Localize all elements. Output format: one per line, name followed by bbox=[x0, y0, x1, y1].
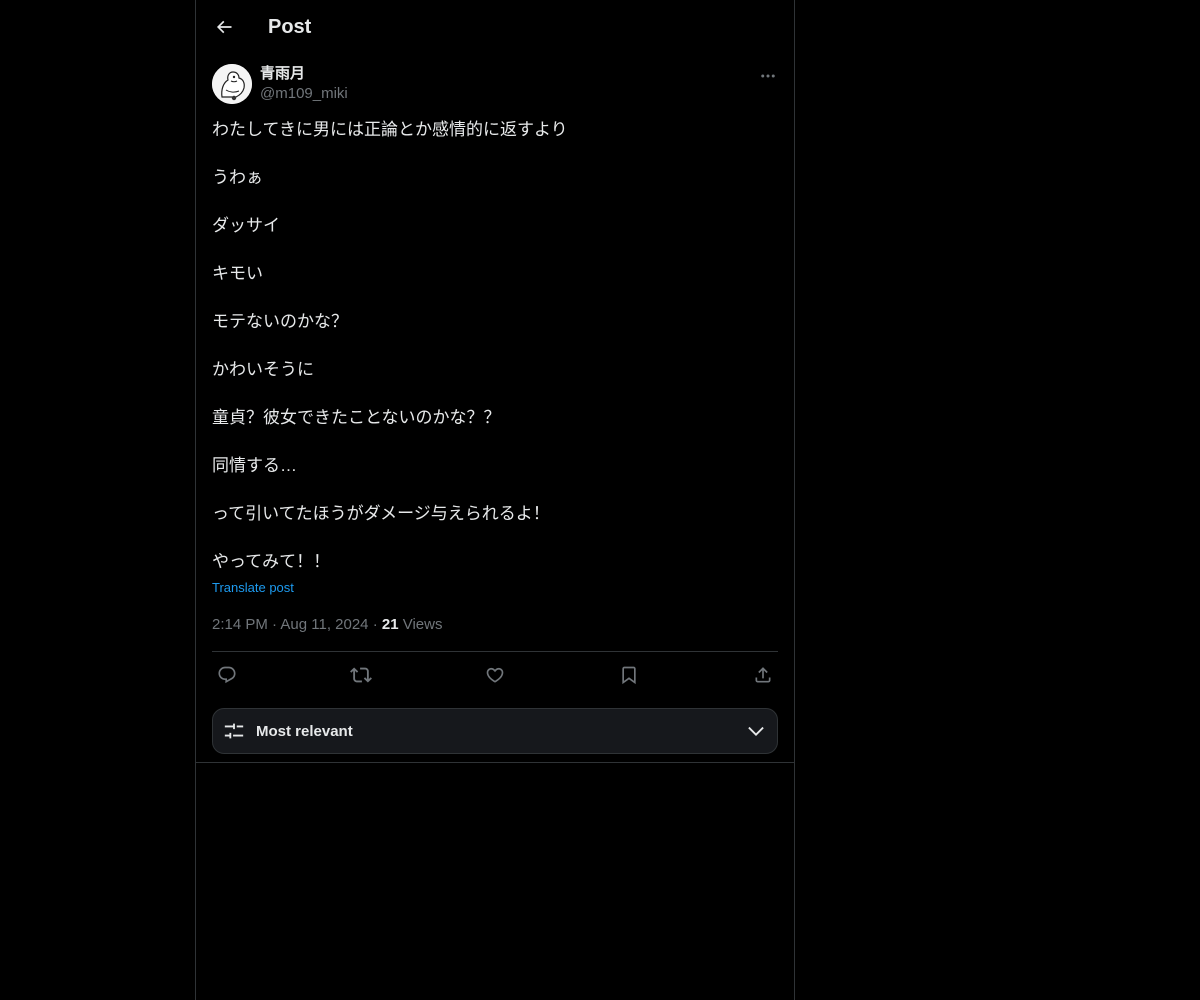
author-handle[interactable]: @m109_miki bbox=[260, 84, 348, 104]
post-text-blank-line bbox=[212, 478, 778, 502]
avatar[interactable] bbox=[212, 64, 252, 104]
post-meta: 2:14 PM · Aug 11, 2024 · 21 Views bbox=[212, 615, 778, 652]
more-options-button[interactable] bbox=[758, 66, 778, 86]
post-text: わたしてきに男には正論とか感情的に返すより うわぁ ダッサイ キモい モテないの… bbox=[212, 118, 778, 574]
post-text-blank-line bbox=[212, 286, 778, 310]
post-text-line: 童貞？彼女できたことないのかな？？ bbox=[212, 408, 501, 427]
views-label: Views bbox=[402, 616, 443, 633]
post-text-blank-line bbox=[212, 142, 778, 166]
bookmark-button[interactable] bbox=[618, 664, 640, 686]
post-text-blank-line bbox=[212, 430, 778, 454]
post-text-blank-line bbox=[212, 526, 778, 550]
back-button[interactable] bbox=[212, 15, 236, 39]
sliders-icon bbox=[223, 720, 245, 742]
more-horizontal-icon bbox=[759, 67, 777, 85]
post-text-blank-line bbox=[212, 238, 778, 262]
like-button[interactable] bbox=[484, 664, 506, 686]
sort-selected-label: Most relevant bbox=[256, 722, 353, 740]
post-text-blank-line bbox=[212, 382, 778, 406]
author-names: 青雨月 @m109_miki bbox=[260, 64, 348, 104]
post-text-line: やってみて！！ bbox=[212, 552, 331, 571]
meta-separator: · bbox=[272, 616, 278, 633]
arrow-left-icon bbox=[214, 17, 234, 37]
post-author-row: 青雨月 @m109_miki bbox=[212, 64, 778, 106]
views-count: 21 bbox=[381, 616, 399, 633]
translate-post-link[interactable]: Translate post bbox=[212, 580, 294, 596]
bookmark-icon bbox=[619, 665, 639, 685]
share-button[interactable] bbox=[752, 664, 774, 686]
chevron-down-icon bbox=[745, 720, 767, 742]
post-actions-bar bbox=[212, 652, 778, 698]
post-text-line: って引いてたほうがダメージ与えられるよ！ bbox=[212, 504, 550, 523]
post-text-blank-line bbox=[212, 190, 778, 214]
post-time[interactable]: 2:14 PM bbox=[212, 616, 268, 633]
main-column: Post 青雨月 @m109_miki わたしてきに男には正論とか感情的に返すよ… bbox=[195, 0, 795, 1000]
repost-button[interactable] bbox=[350, 664, 372, 686]
meta-separator: · bbox=[372, 616, 378, 633]
post-date[interactable]: Aug 11, 2024 bbox=[280, 616, 368, 633]
post-text-line: わたしてきに男には正論とか感情的に返すより bbox=[212, 120, 568, 139]
share-icon bbox=[753, 665, 773, 685]
repost-icon bbox=[350, 664, 372, 686]
reply-button[interactable] bbox=[216, 664, 238, 686]
post-text-line: ダッサイ bbox=[212, 216, 280, 235]
post-text-line: うわぁ bbox=[212, 168, 263, 187]
reply-sort-dropdown[interactable]: Most relevant bbox=[212, 708, 778, 754]
heart-icon bbox=[485, 665, 505, 685]
page-header: Post bbox=[196, 0, 794, 54]
post-text-line: かわいそうに bbox=[212, 360, 314, 379]
author-display-name[interactable]: 青雨月 bbox=[260, 64, 348, 84]
post-text-line: 同情する… bbox=[212, 456, 297, 475]
post-text-line: モテないのかな？ bbox=[212, 312, 348, 331]
reply-icon bbox=[217, 665, 237, 685]
page-title: Post bbox=[268, 15, 312, 38]
post-text-line: キモい bbox=[212, 264, 263, 283]
post-detail: 青雨月 @m109_miki わたしてきに男には正論とか感情的に返すより うわぁ… bbox=[196, 54, 794, 763]
post-text-blank-line bbox=[212, 334, 778, 358]
